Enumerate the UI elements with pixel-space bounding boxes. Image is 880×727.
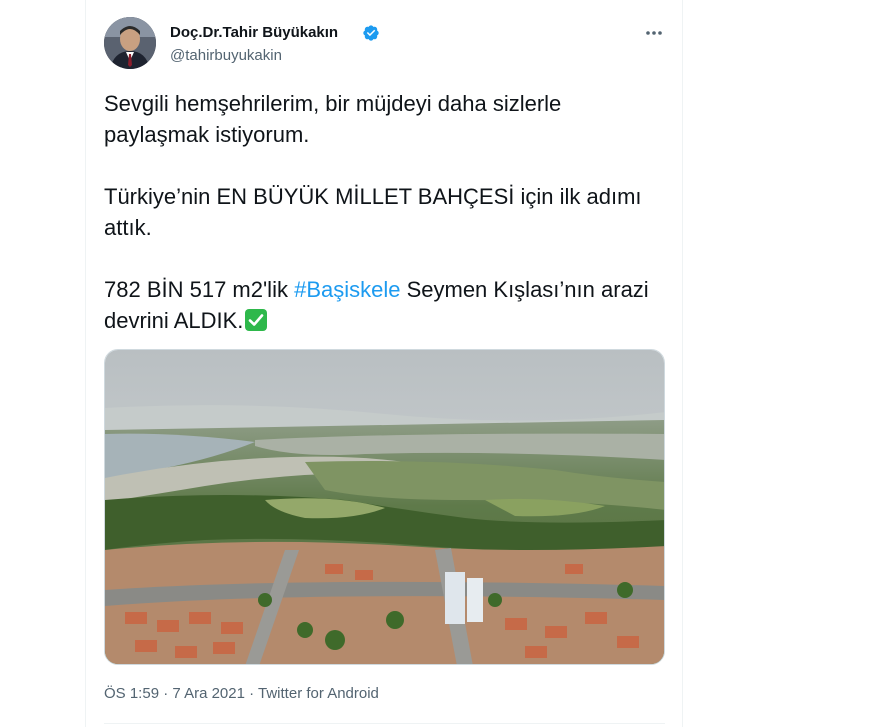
page: Doç.Dr.Tahir Büyükakın @tahirbuyukakin S… (0, 0, 880, 727)
divider (104, 723, 665, 724)
tweet-paragraph-3: 782 BİN 517 m2'lik #Başiskele Seymen Kış… (104, 274, 664, 336)
hashtag-link[interactable]: #Başiskele (294, 277, 400, 302)
tweet-time[interactable]: ÖS 1:59 (104, 685, 159, 702)
avatar[interactable] (104, 17, 156, 69)
tweet-text: Sevgili hemşehrilerim, bir müjdeyi daha … (104, 88, 664, 336)
tweet-date[interactable]: 7 Ara 2021 (172, 685, 245, 702)
tweet-paragraph-2: Türkiye’nin EN BÜYÜK MİLLET BAHÇESİ için… (104, 184, 642, 240)
more-horizontal-icon[interactable] (640, 24, 668, 42)
tweet-meta: ÖS 1:59 · 7 Ara 2021 · Twitter for Andro… (104, 685, 379, 702)
tweet-photo[interactable] (104, 349, 665, 665)
meta-separator: · (159, 685, 173, 702)
tweet-paragraph-3-start: 782 BİN 517 m2'lik (104, 277, 295, 302)
author-handle[interactable]: @tahirbuyukakin (170, 47, 282, 64)
tweet-source[interactable]: Twitter for Android (258, 685, 379, 702)
verified-badge-icon (362, 24, 380, 42)
meta-separator: · (244, 685, 259, 702)
author-name[interactable]: Doç.Dr.Tahir Büyükakın (170, 24, 338, 41)
check-mark-emoji-icon (245, 309, 268, 331)
tweet-paragraph-1: Sevgili hemşehrilerim, bir müjdeyi daha … (104, 91, 562, 147)
